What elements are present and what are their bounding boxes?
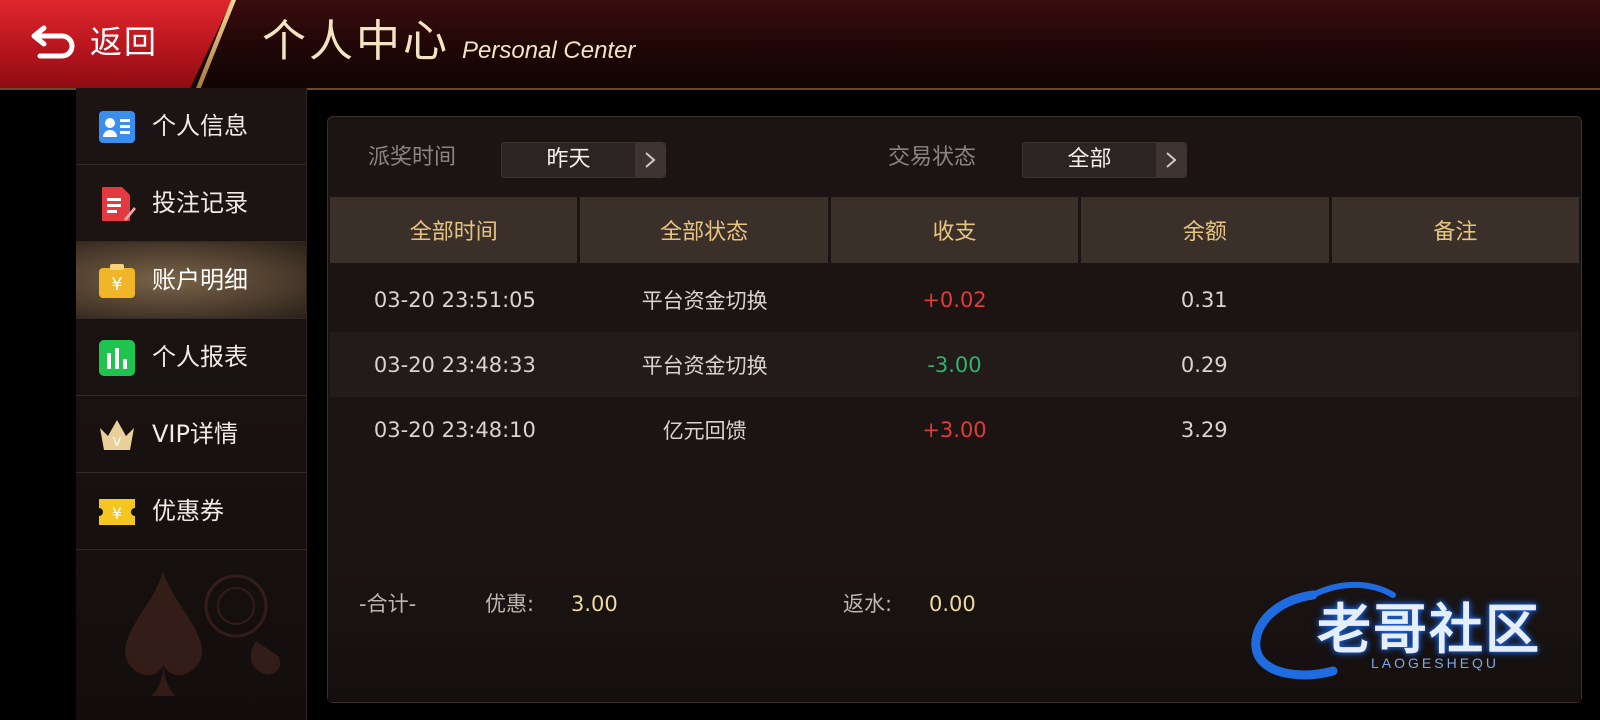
cell-time: 03-20 23:48:33 (373, 352, 536, 377)
cell-status: 平台资金切换 (641, 288, 768, 313)
back-arrow-icon (31, 25, 75, 59)
watermark-text: 老哥社区 (1317, 598, 1541, 661)
table-row: 03-20 23:48:10 亿元回馈 +3.00 3.29 (330, 397, 1579, 462)
sidebar-item-bet-record[interactable]: 投注记录 (76, 165, 306, 242)
status-filter-value: 全部 (1067, 147, 1112, 172)
summary-total-label: -合计- (359, 592, 417, 616)
table-header: 全部时间 全部状态 收支 余额 备注 (330, 197, 1580, 263)
sidebar-item-label: 投注记录 (152, 189, 248, 217)
table-body: 03-20 23:51:05 平台资金切换 +0.02 0.31 03-20 2… (330, 267, 1579, 462)
cell-balance: 3.29 (1180, 417, 1228, 442)
card-suits-decoration (125, 571, 281, 696)
cell-amount: -3.00 (927, 352, 982, 377)
discount-value: 3.00 (571, 592, 618, 616)
sidebar-item-label: 个人信息 (152, 112, 248, 140)
cell-amount: +0.02 (922, 287, 987, 312)
cell-status: 亿元回馈 (662, 418, 747, 443)
sidebar-item-label: VIP详情 (152, 420, 238, 448)
back-button[interactable]: 返回 (0, 0, 232, 88)
sidebar-item-vip[interactable]: V VIP详情 (76, 396, 306, 473)
time-filter-label: 派奖时间 (368, 145, 457, 170)
cell-time: 03-20 23:51:05 (373, 287, 536, 312)
rebate-value: 0.00 (929, 592, 976, 616)
sidebar-item-coupon[interactable]: ¥ 优惠券 (76, 473, 306, 550)
back-label: 返回 (90, 23, 159, 61)
svg-text:¥: ¥ (111, 274, 122, 295)
crown-icon: V (100, 420, 134, 450)
column-header-note: 备注 (1331, 197, 1580, 263)
discount-label: 优惠: (485, 592, 535, 616)
cell-balance: 0.29 (1180, 352, 1228, 377)
status-filter-select[interactable]: 全部 (1022, 142, 1187, 178)
column-header-balance: 余额 (1081, 197, 1329, 263)
column-header-amount: 收支 (830, 197, 1079, 263)
column-header-status[interactable]: 全部状态 (580, 197, 828, 263)
status-filter-label: 交易状态 (888, 145, 977, 170)
time-filter-select[interactable]: 昨天 (501, 142, 666, 178)
cell-amount: +3.00 (922, 417, 987, 442)
svg-text:¥: ¥ (112, 504, 122, 523)
page-subtitle: Personal Center (462, 37, 636, 64)
time-filter-value: 昨天 (546, 147, 591, 172)
sidebar-item-label: 账户明细 (152, 266, 248, 294)
coupon-icon: ¥ (99, 499, 135, 525)
sidebar: 个人信息 投注记录 ¥ 账户明细 个人报表 V VIP详情 ¥ 优惠券 (76, 88, 307, 720)
chevron-right-icon (635, 143, 665, 177)
sidebar-item-personal-report[interactable]: 个人报表 (76, 319, 306, 396)
id-card-icon (99, 111, 135, 143)
svg-text:V: V (113, 435, 122, 449)
table-row: 03-20 23:48:33 平台资金切换 -3.00 0.29 (330, 332, 1579, 397)
header-bar: 返回 个人中心 Personal Center (0, 0, 1600, 90)
watermark-subtext: LAOGESHEQU (1371, 655, 1500, 671)
table-row: 03-20 23:51:05 平台资金切换 +0.02 0.31 (330, 267, 1579, 332)
cell-status: 平台资金切换 (641, 353, 768, 378)
cell-time: 03-20 23:48:10 (373, 417, 536, 442)
wallet-icon: ¥ (99, 264, 135, 298)
sidebar-item-label: 优惠券 (152, 497, 224, 525)
bet-record-icon (102, 187, 136, 221)
sidebar-item-label: 个人报表 (152, 343, 248, 371)
rebate-label: 返水: (843, 592, 893, 616)
sidebar-item-personal-info[interactable]: 个人信息 (76, 88, 306, 165)
watermark-logo: 老哥社区 LAOGESHEQU (1243, 575, 1583, 685)
chevron-right-icon (1156, 143, 1186, 177)
sidebar-item-account-details[interactable]: ¥ 账户明细 (76, 242, 306, 319)
column-header-time[interactable]: 全部时间 (330, 197, 578, 263)
bar-chart-icon (99, 340, 135, 376)
cell-balance: 0.31 (1180, 287, 1228, 312)
page-title: 个人中心 (262, 16, 450, 67)
